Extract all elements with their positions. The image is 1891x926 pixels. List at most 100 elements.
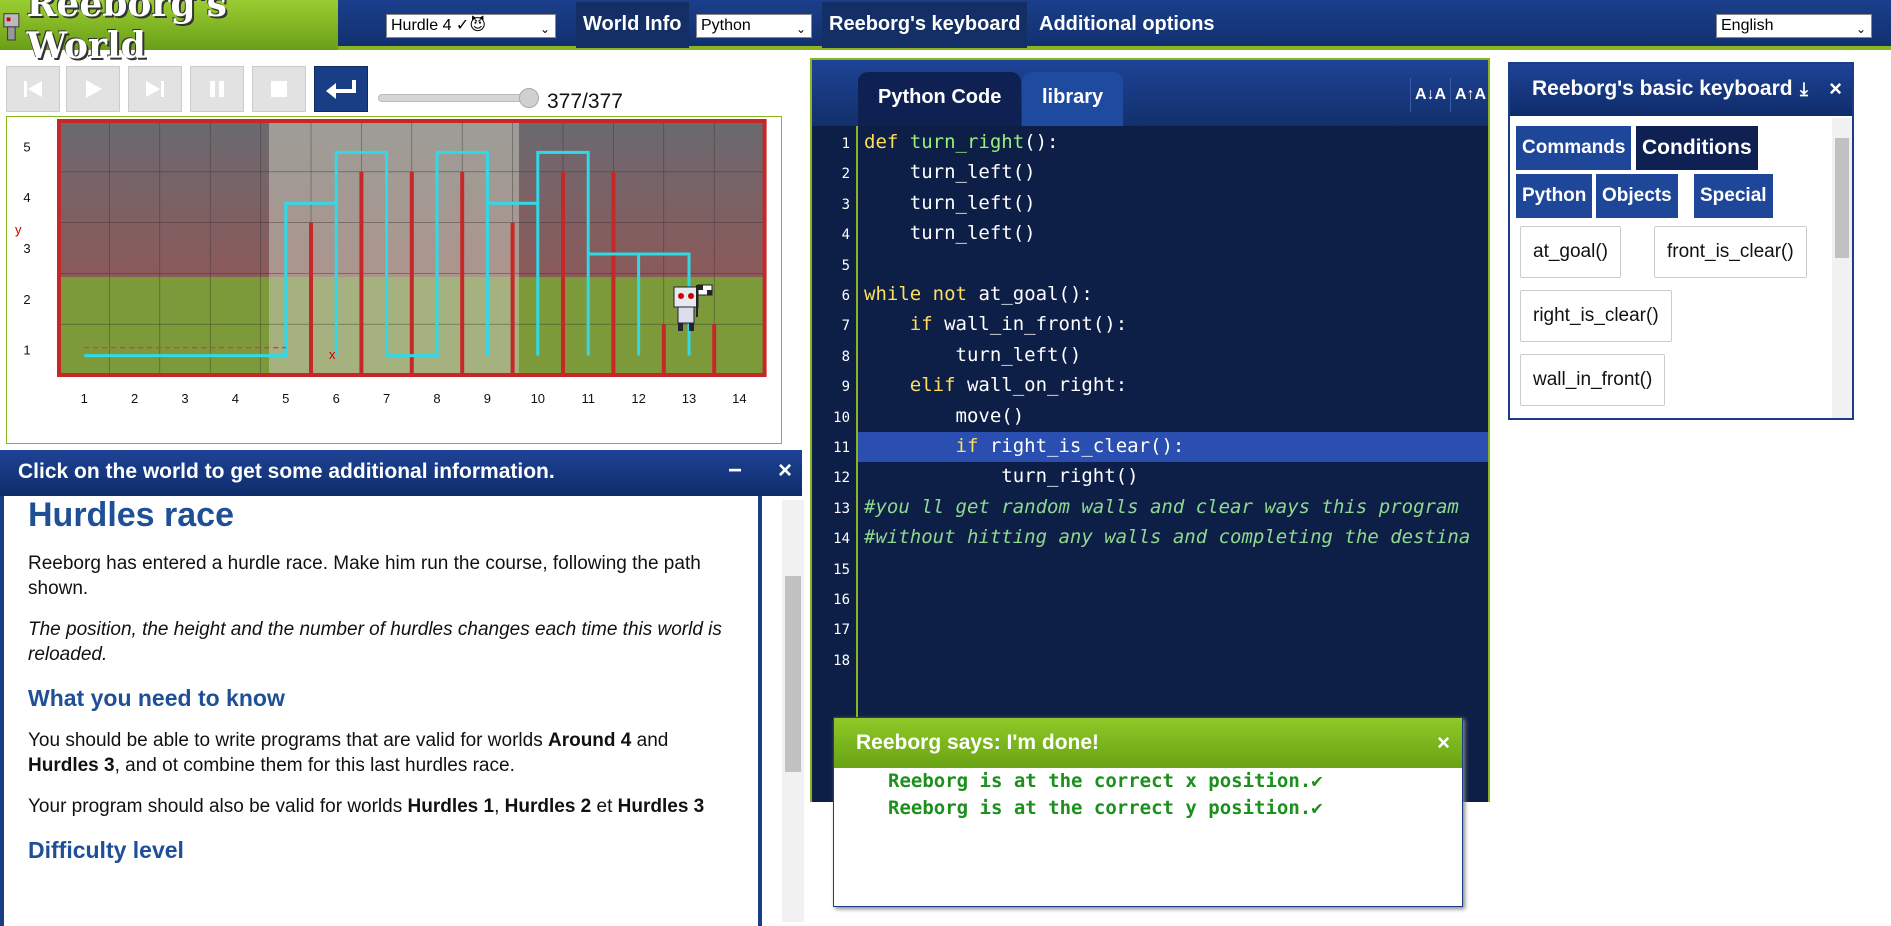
- return-icon: [326, 80, 356, 99]
- keyboard-header: Reeborg's basic keyboard ⤓ ×: [1510, 64, 1852, 116]
- dialog-header: Reeborg says: I'm done! ×: [834, 718, 1462, 768]
- close-button[interactable]: ×: [1829, 64, 1842, 114]
- keyboard-scrollbar[interactable]: [1832, 118, 1852, 418]
- additional-options-button[interactable]: Additional options: [1032, 2, 1222, 48]
- code-line[interactable]: turn_left(): [864, 344, 1082, 366]
- x-tick-label: 4: [232, 391, 239, 406]
- code-line[interactable]: if right_is_clear():: [864, 435, 1185, 457]
- x-axis-label: x: [329, 347, 336, 362]
- x-tick-label: 9: [484, 391, 491, 406]
- code-line[interactable]: turn_left(): [864, 222, 1036, 244]
- world-canvas[interactable]: 54321 1 2 3 4 5 6 7 8 9 10 11 12 13 14 y x: [6, 116, 782, 444]
- code-line[interactable]: #without hitting any walls and completin…: [864, 526, 1470, 548]
- tab-python-code[interactable]: Python Code: [858, 72, 1022, 126]
- world-select[interactable]: Hurdle 4 ✓😈 ⌄: [386, 14, 556, 38]
- tab-objects[interactable]: Objects: [1596, 174, 1678, 218]
- info-scrollbar[interactable]: [782, 500, 804, 922]
- chevron-down-icon: ⌄: [795, 22, 806, 36]
- y-tick-label: 4: [23, 190, 30, 205]
- step-slider[interactable]: [378, 94, 538, 102]
- line-number: 18: [833, 652, 850, 669]
- close-button[interactable]: ×: [778, 449, 792, 493]
- y-tick-label: 2: [23, 292, 30, 307]
- key-wall-in-front[interactable]: wall_in_front(): [1520, 354, 1666, 406]
- line-number: 9: [841, 379, 850, 396]
- keyboard-button[interactable]: Reeborg's keyboard: [822, 2, 1028, 48]
- x-tick-label: 10: [531, 391, 545, 406]
- code-line[interactable]: move(): [864, 405, 1025, 427]
- code-line[interactable]: while not at_goal():: [864, 283, 1093, 305]
- key-at-goal[interactable]: at_goal(): [1520, 226, 1621, 278]
- code-area[interactable]: def turn_right(): turn_left() turn_left(…: [856, 126, 1488, 802]
- font-larger-button[interactable]: A↑A: [1450, 78, 1490, 112]
- run-button[interactable]: [66, 66, 120, 112]
- line-number: 3: [841, 196, 850, 213]
- description-title: Hurdles race: [28, 496, 234, 534]
- close-button[interactable]: ×: [1437, 718, 1450, 768]
- description-paragraph-italic: The position, the height and the number …: [28, 619, 722, 665]
- y-tick-label: 3: [23, 241, 30, 256]
- pause-button[interactable]: [190, 66, 244, 112]
- ui-language-value: English: [1721, 17, 1774, 34]
- code-line[interactable]: turn_right(): [864, 465, 1138, 487]
- world-grid[interactable]: 54321 1 2 3 4 5 6 7 8 9 10 11 12 13 14 y x: [7, 117, 783, 445]
- x-tick-label: 14: [732, 391, 746, 406]
- world-select-value: Hurdle 4 ✓😈: [391, 17, 487, 34]
- line-number: 11: [833, 440, 850, 456]
- editor-tabs: Python Code library A↓A A↑A: [812, 60, 1488, 126]
- key-front-is-clear[interactable]: front_is_clear(): [1654, 226, 1807, 278]
- stop-icon: [271, 81, 287, 97]
- line-number: 5: [841, 257, 850, 274]
- section-heading-difficulty: Difficulty level: [28, 837, 184, 863]
- world-info-button[interactable]: World Info: [576, 2, 689, 48]
- section-heading-need: What you need to know: [28, 685, 285, 711]
- keyboard-title: Reeborg's basic keyboard: [1532, 77, 1793, 100]
- scrollbar-thumb[interactable]: [1835, 138, 1849, 258]
- x-tick-label: 1: [81, 391, 88, 406]
- line-number: 12: [833, 470, 850, 487]
- code-line[interactable]: turn_left(): [864, 161, 1036, 183]
- font-smaller-button[interactable]: A↓A: [1410, 78, 1450, 112]
- x-tick-label: 11: [581, 391, 595, 406]
- world-description: Hurdles race Reeborg has entered a hurdl…: [0, 496, 762, 926]
- tab-commands[interactable]: Commands: [1516, 126, 1632, 170]
- tab-library[interactable]: library: [1022, 72, 1124, 126]
- chevron-down-icon: ⌄: [539, 22, 550, 36]
- line-number: 10: [833, 409, 850, 426]
- key-right-is-clear[interactable]: right_is_clear(): [1520, 290, 1672, 342]
- line-number: 6: [841, 288, 850, 304]
- reload-button[interactable]: [314, 66, 368, 112]
- code-line[interactable]: def turn_right():: [864, 131, 1059, 153]
- line-number: 7: [841, 318, 850, 335]
- chevron-down-icon: ⌄: [1855, 22, 1866, 36]
- code-line[interactable]: if wall_in_front():: [864, 313, 1127, 335]
- play-icon: [86, 80, 102, 98]
- info-panel-header: Click on the world to get some additiona…: [0, 450, 802, 496]
- code-editor-panel: Python Code library A↓A A↑A 1 2 3 4 5 6 7 8 9 10 1…: [810, 58, 1490, 802]
- line-number: 1: [841, 136, 850, 152]
- reverse-step-button[interactable]: [6, 66, 60, 112]
- step-button[interactable]: [128, 66, 182, 112]
- y-axis-label: y: [15, 222, 22, 237]
- requirements-paragraph: You should be able to write programs tha…: [28, 730, 669, 776]
- tab-special[interactable]: Special: [1694, 174, 1773, 218]
- line-number: 17: [833, 622, 850, 639]
- stop-button[interactable]: [252, 66, 306, 112]
- x-tick-label: 7: [383, 391, 390, 406]
- result-message-y: Reeborg is at the correct y position.✔: [888, 797, 1323, 819]
- language-select[interactable]: Python ⌄: [696, 14, 812, 38]
- minimize-button[interactable]: −: [728, 449, 742, 493]
- line-number: 13: [833, 500, 850, 517]
- code-line[interactable]: #you ll get random walls and clear ways …: [864, 496, 1459, 518]
- ui-language-select[interactable]: English ⌄: [1716, 14, 1872, 38]
- reeborg-says-dialog: Reeborg says: I'm done! × Reeborg is at …: [833, 717, 1463, 907]
- code-line[interactable]: turn_left(): [864, 192, 1036, 214]
- line-number: 16: [833, 592, 850, 608]
- scrollbar-thumb[interactable]: [785, 576, 801, 772]
- step-slider-handle[interactable]: [519, 88, 539, 108]
- tab-python[interactable]: Python: [1516, 174, 1593, 218]
- code-line[interactable]: elif wall_on_right:: [864, 374, 1127, 396]
- validity-paragraph: Your program should also be valid for wo…: [28, 796, 705, 817]
- tab-conditions[interactable]: Conditions: [1636, 126, 1758, 170]
- pin-icon[interactable]: ⤓: [1800, 64, 1808, 114]
